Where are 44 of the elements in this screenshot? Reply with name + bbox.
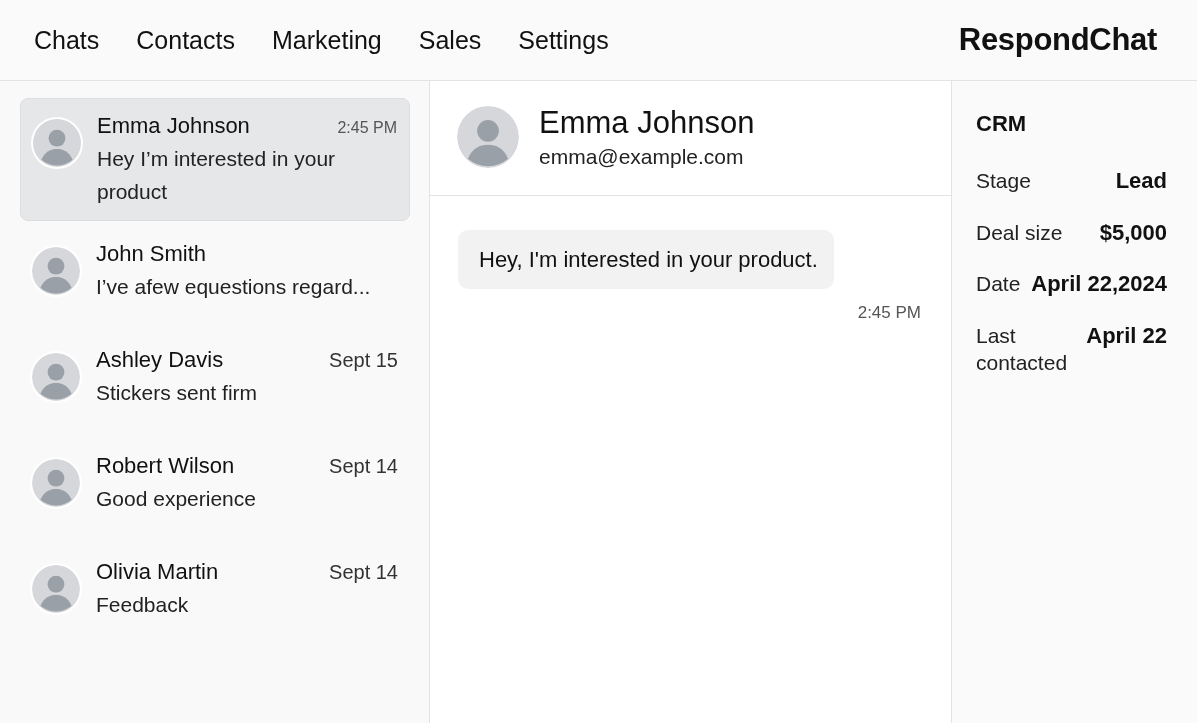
nav-link[interactable]: Marketing <box>272 25 382 55</box>
field-label: Deal size <box>976 219 1063 246</box>
nav-link[interactable]: Contacts <box>136 25 235 55</box>
message-preview: Good experience <box>96 486 257 513</box>
field-label: Date <box>976 271 1021 297</box>
message-preview: Stickers sent firm <box>96 380 259 407</box>
message-time: Sept 14 <box>329 561 398 585</box>
avatar-icon <box>32 353 80 402</box>
chat-list-item[interactable]: Olivia Martin Sept 14 Feedback <box>20 545 410 646</box>
contact-name: John Smith <box>96 241 207 268</box>
message-preview: Hey I’m interested in your product <box>97 146 337 205</box>
field-value: Lead <box>1115 167 1167 195</box>
contact-name: Robert Wilson <box>96 453 235 480</box>
contact-name: Olivia Martin <box>96 559 219 586</box>
message-bubble: Hey, I'm interested in your product. <box>458 230 834 289</box>
chat-list-item[interactable]: Ashley Davis Sept 15 Stickers sent firm <box>20 333 410 434</box>
message-time: Sept 15 <box>329 349 398 373</box>
message-preview: I’ve afew equestions regard... <box>96 274 372 301</box>
contact-name: Emma Johnson <box>97 113 250 139</box>
panel-title: CRM <box>976 111 1028 137</box>
nav-link[interactable]: Sales <box>418 25 482 55</box>
field-value: April 22 <box>1086 321 1167 349</box>
field-label: Stage <box>976 168 1031 194</box>
message-time: 2:45 PM <box>857 303 921 323</box>
message-preview: Feedback <box>96 592 190 619</box>
contact-name: Ashley Davis <box>96 347 224 374</box>
chat-list-item[interactable]: John Smith I’ve afew equestions regard... <box>20 227 410 328</box>
avatar-icon <box>457 106 519 168</box>
nav-link[interactable]: Settings <box>518 25 609 55</box>
avatar-icon <box>32 247 80 296</box>
contact-email: emma@example.com <box>539 145 745 169</box>
field-value: $5,000 <box>1099 218 1167 246</box>
contact-name: Emma Johnson <box>539 105 755 141</box>
chat-list-item[interactable]: Emma Johnson 2:45 PM Hey I’m interested in your product <box>20 98 410 222</box>
nav-link[interactable]: Chats <box>34 25 100 55</box>
avatar-icon <box>33 119 81 167</box>
brand-logo: RespondChat <box>958 22 1157 58</box>
avatar-icon <box>32 565 80 614</box>
message-time: Sept 14 <box>329 455 398 479</box>
field-label: Last contacted <box>976 322 1069 376</box>
chat-list-item[interactable]: Robert Wilson Sept 14 Good experience <box>20 439 410 540</box>
message-time: 2:45 PM <box>337 119 397 137</box>
field-value: April 22,2024 <box>1031 270 1167 298</box>
avatar-icon <box>32 459 80 508</box>
